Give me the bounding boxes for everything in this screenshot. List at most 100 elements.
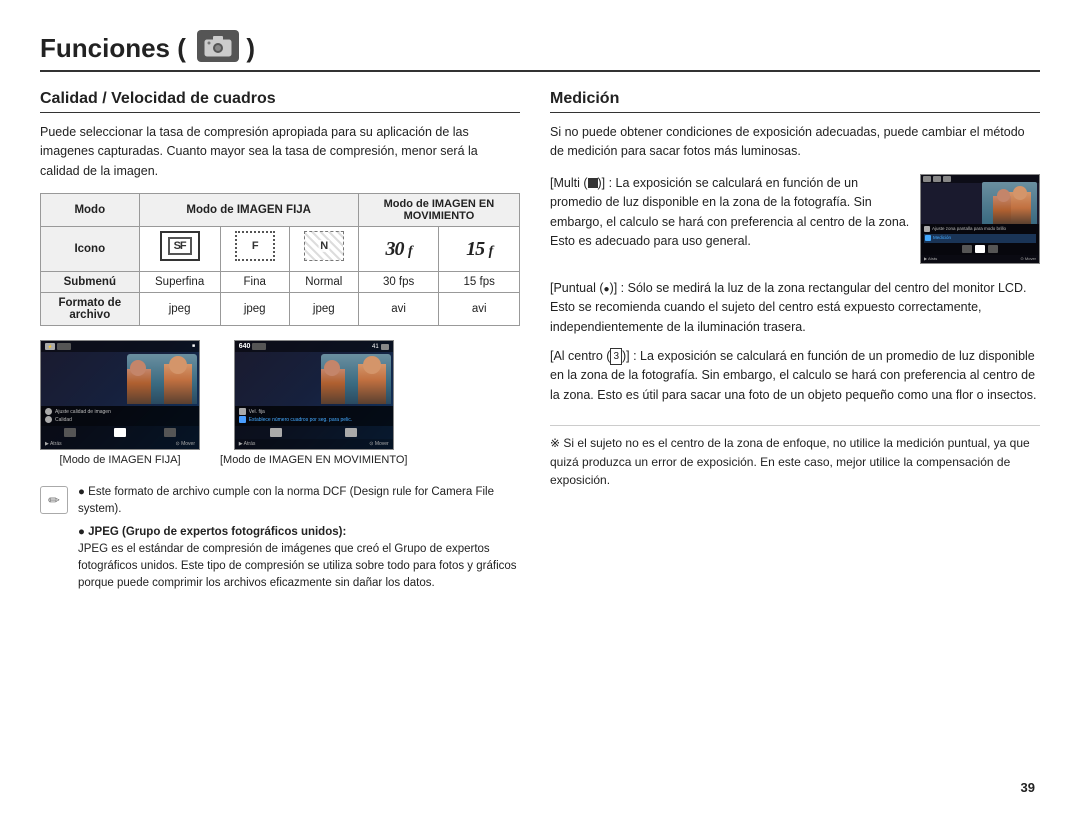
screenshot-mov-img: 640 41 [234, 340, 394, 450]
rcm2: Medición [924, 234, 1036, 243]
cam-bottom-fija: ▶ Atrás ⊙ Mover [41, 439, 199, 449]
right-cam-h1 [1013, 186, 1027, 200]
rcm-b1 [962, 245, 972, 253]
table-fija-header: Modo de IMAGEN FIJA [139, 194, 358, 227]
cam-icons-row-fija [41, 426, 199, 439]
screenshots-row: ⚡ ■ [40, 340, 520, 466]
cam-menu-mov-i1: Vel. fija [239, 408, 389, 415]
note-icon: ✏ [40, 486, 68, 514]
rcm-t2: Medición [933, 235, 951, 242]
rcm-t1: Ajuste zona pantalla para modo brillo [932, 226, 1006, 233]
screenshot-fija-label: [Modo de IMAGEN FIJA] [59, 454, 180, 466]
page-title: Funciones ( ) [40, 30, 255, 64]
cam-menu-item1: Ajuste calidad de imagen [45, 408, 195, 415]
cam-menu-t2: Calidad [55, 417, 72, 423]
rcm3 [924, 245, 1036, 253]
cam-top-right-mov: 41 [372, 343, 389, 350]
cam-640: 640 [239, 343, 251, 350]
left-section-title: Calidad / Velocidad de cuadros [40, 90, 520, 113]
camera-icon [197, 30, 239, 62]
quality-table: Modo Modo de IMAGEN FIJA Modo de IMAGEN … [40, 193, 520, 326]
cam-icon2 [57, 343, 71, 350]
cam-bat [381, 344, 389, 350]
cam-bottom-mov: ▶ Atrás ⊙ Mover [235, 439, 393, 449]
cam-menu-fija: Ajuste calidad de imagen Calidad [41, 406, 199, 426]
table-n-icon: N [289, 227, 358, 272]
warning-text: ※ Si el sujeto no es el centro de la zon… [550, 436, 1030, 487]
note-bullet-1: ● Este formato de archivo cumple con la … [78, 484, 520, 519]
cam-41: 41 [372, 344, 379, 350]
cam-t1-mov: Vel. fija [249, 409, 265, 415]
puntual-label-end: )] [610, 281, 618, 295]
cam-icons-row-mov [235, 426, 393, 439]
cam-move-mov: ⊙ Mover [369, 441, 388, 447]
medicion-alcentro: [Al centro (3)] : La exposición se calcu… [550, 347, 1040, 405]
cam-b3 [164, 428, 176, 437]
table-avi2: avi [439, 293, 520, 326]
page-number: 39 [1021, 780, 1035, 795]
table-superfina: Superfina [139, 272, 220, 293]
screenshot-mov-label: [Modo de IMAGEN EN MOVIMIENTO] [220, 454, 407, 466]
table-jpeg1: jpeg [139, 293, 220, 326]
cam-top-right: ■ [192, 343, 195, 350]
rcm-b2 [975, 245, 985, 253]
cam-body-mov [235, 352, 393, 406]
alcentro-label: [Al centro ( [550, 349, 610, 363]
cam-menu-i2 [45, 416, 52, 423]
cam-person-group [127, 354, 197, 404]
note-bullet-2: ● JPEG (Grupo de expertos fotográficos u… [78, 524, 520, 593]
table-row-icon: Icono SF F [41, 227, 520, 272]
cam-screen-mov: 640 41 [235, 341, 393, 449]
note-bullet-1-text: Este formato de archivo cumple con la no… [78, 486, 494, 515]
note-section: ✏ ● Este formato de archivo cumple con l… [40, 484, 520, 598]
table-mode-label: Modo [41, 194, 140, 227]
table-row-submenu: Submenú Superfina Fina Normal 30 fps 15 … [41, 272, 520, 293]
table-normal: Normal [289, 272, 358, 293]
cam-body-fija [41, 352, 199, 406]
right-cam-inner: Ajuste zona pantalla para modo brillo Me… [921, 175, 1039, 263]
title-end: ) [246, 33, 255, 63]
title-text: Funciones ( [40, 33, 186, 63]
right-cam-menu: Ajuste zona pantalla para modo brillo Me… [921, 224, 1039, 255]
rcm-i2 [925, 235, 931, 241]
right-cam-bottom: ▶ Atrás ⊙ Mover [921, 255, 1039, 263]
table-fina: Fina [220, 272, 289, 293]
cam-h1-mov [363, 356, 381, 374]
table-submenu-label: Submenú [41, 272, 140, 293]
camera-svg-icon [204, 35, 232, 57]
ri2 [933, 176, 941, 182]
cam-icon-mov [252, 343, 266, 350]
rcm-back: ▶ Atrás [924, 256, 937, 262]
table-jpeg2: jpeg [220, 293, 289, 326]
table-row-header: Modo Modo de IMAGEN FIJA Modo de IMAGEN … [41, 194, 520, 227]
table-icono-label: Icono [41, 227, 140, 272]
cam-menu-mov-i2: Establece número cuadros por seg. para p… [239, 416, 389, 423]
cam-m1 [239, 408, 246, 415]
screenshot-fija: ⚡ ■ [40, 340, 200, 466]
right-cam-screen: Ajuste zona pantalla para modo brillo Me… [920, 174, 1040, 264]
table-f-icon: F [220, 227, 289, 272]
medicion-alcentro-text: [Al centro (3)] : La exposición se calcu… [550, 347, 1040, 405]
table-mov-header: Modo de IMAGEN ENMOVIMIENTO [358, 194, 519, 227]
cam-bi1 [270, 428, 282, 437]
rcm1: Ajuste zona pantalla para modo brillo [924, 226, 1036, 233]
cam-back-fija: ▶ Atrás [45, 441, 62, 447]
cam-bi2 [345, 428, 357, 437]
page: Funciones ( ) Calidad / Velocidad de cua… [0, 0, 1080, 815]
cam-person2-head [130, 360, 146, 376]
cam-menu-t1: Ajuste calidad de imagen [55, 409, 111, 415]
page-header: Funciones ( ) [40, 30, 1040, 72]
medicion-puntual-text: [Puntual (●)] : Sólo se medirá la luz de… [550, 279, 1040, 337]
table-30fps-icon: 30 f [358, 227, 439, 272]
right-cam-h2 [997, 189, 1010, 202]
content-columns: Calidad / Velocidad de cuadros Puede sel… [40, 90, 1040, 785]
cam-m2 [239, 416, 246, 423]
right-cam-body [921, 183, 1039, 224]
cam-move-fija: ⊙ Mover [176, 441, 195, 447]
cam-person-head [169, 356, 187, 374]
table-30fps: 30 fps [358, 272, 439, 293]
cam-t2-mov: Establece número cuadros por seg. para p… [249, 417, 352, 423]
medicion-multi: Ajuste zona pantalla para modo brillo Me… [550, 174, 1040, 269]
medicion-multi-content: Ajuste zona pantalla para modo brillo Me… [550, 174, 1040, 269]
puntual-label: [Puntual ( [550, 281, 604, 295]
